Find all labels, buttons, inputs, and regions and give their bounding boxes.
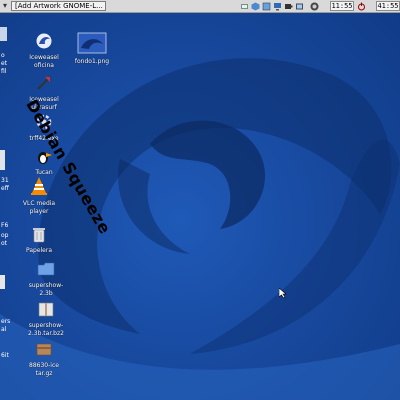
mouse-cursor-icon (279, 288, 287, 298)
icon-label: fondo1.png (74, 58, 110, 65)
taskbar-window-button[interactable]: [Add Artwork GNOME-L... (11, 1, 106, 11)
desktop-icon-fondo1[interactable]: fondo1.png (66, 32, 118, 66)
archive-icon (38, 302, 54, 317)
icon-label: 2.3b (39, 290, 53, 297)
network-icon[interactable] (240, 2, 249, 11)
edge-label: 6it (1, 352, 9, 359)
package-icon[interactable] (262, 2, 271, 11)
icon-label: player (29, 208, 49, 215)
tarball-icon (36, 343, 52, 356)
icon-label: supershow- (28, 282, 64, 289)
desktop-icon-iceweasel-oficina[interactable]: Iceweasel oficina (18, 32, 70, 70)
folder-icon (37, 262, 55, 276)
iceweasel-icon (37, 76, 51, 90)
vlc-icon (31, 177, 47, 195)
icon-label: VLC media (22, 200, 56, 207)
edge-label: o (1, 52, 5, 59)
power-icon[interactable] (357, 2, 366, 11)
edge-label: op (1, 232, 9, 239)
trash-icon (33, 228, 45, 243)
clock-display[interactable]: 11:55 (330, 1, 354, 11)
desktop-icon-supershow-folder[interactable]: supershow- 2.3b (20, 260, 72, 298)
edge-label: F6 (1, 222, 9, 229)
cut-off-icon[interactable] (0, 25, 8, 43)
secondary-clock[interactable]: 41:55 (376, 1, 400, 11)
firefox-icon[interactable] (310, 2, 319, 11)
icon-label: supershow- (28, 322, 64, 329)
top-panel: ▾ [Add Artwork GNOME-L... 11:55 41:55 (0, 0, 400, 13)
panel-menu-arrow-icon[interactable]: ▾ (1, 1, 9, 11)
edge-label: fil (1, 68, 7, 75)
desktop-icon-papelera[interactable]: Papelera (13, 225, 65, 255)
icon-label: 2.3b.tar.bz2 (28, 330, 64, 337)
edge-label: eff (1, 185, 9, 192)
icon-label: tar.gz (35, 370, 53, 377)
icon-label: Papelera (25, 247, 53, 254)
edge-label: 31 (1, 177, 9, 184)
desktop-icon-88630-tarball[interactable]: 88630-ice tar.gz (18, 340, 70, 378)
iceweasel-icon (36, 33, 52, 49)
edge-label: al (1, 326, 7, 333)
cut-off-icon[interactable] (0, 275, 6, 289)
icon-label: Iceweasel (29, 54, 59, 61)
cube-icon[interactable] (251, 2, 260, 11)
desktop-icon-vlc[interactable]: VLC media player (13, 176, 65, 216)
icon-label: 88630-ice (29, 362, 59, 369)
cut-off-icon[interactable] (0, 150, 6, 170)
edge-label: ers (1, 318, 11, 325)
icon-label: oficina (34, 62, 54, 69)
display-icon[interactable] (295, 2, 304, 11)
desktop-icon-supershow-archive[interactable]: supershow- 2.3b.tar.bz2 (20, 300, 72, 338)
edge-label: ot (1, 240, 8, 247)
battery-icon[interactable] (284, 2, 293, 11)
edge-label: et (1, 60, 8, 67)
monitor-icon[interactable] (273, 2, 282, 11)
image-icon (77, 32, 107, 54)
